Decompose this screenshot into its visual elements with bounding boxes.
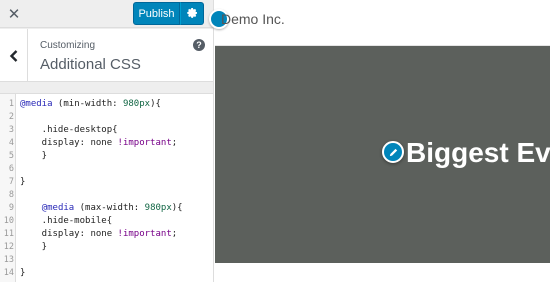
- site-header: Demo Inc.: [209, 0, 550, 46]
- code-line[interactable]: 9 @media (max-width: 980px){: [0, 202, 213, 215]
- code-token: (min-width:: [52, 99, 123, 109]
- line-number: 2: [8, 112, 14, 122]
- code-line[interactable]: 2: [0, 111, 213, 124]
- code-line[interactable]: 3 .hide-desktop{: [0, 124, 213, 137]
- code-text: }: [20, 176, 25, 189]
- css-code-editor[interactable]: 1 @media (min-width: 980px){2 3 .hide-desk…: [0, 93, 213, 282]
- code-text: @media (min-width: 980px){: [20, 98, 161, 111]
- line-number: 11: [3, 229, 14, 239]
- line-number: 10: [3, 216, 14, 226]
- code-text: }: [20, 241, 47, 254]
- line-number: 3: [8, 125, 14, 135]
- code-line[interactable]: 11 display: none !important;: [0, 228, 213, 241]
- close-icon[interactable]: ✕: [0, 0, 28, 28]
- code-line[interactable]: 5 }: [0, 150, 213, 163]
- line-number: 5: [8, 151, 14, 161]
- code-line[interactable]: 4 display: none !important;: [0, 137, 213, 150]
- code-token: }: [20, 242, 48, 252]
- hero-title: Biggest Ev: [406, 137, 550, 168]
- publish-settings-button[interactable]: [180, 2, 204, 25]
- pencil-icon[interactable]: [382, 141, 404, 163]
- pencil-glyph: [389, 148, 397, 156]
- code-token: }: [20, 151, 48, 161]
- breadcrumb: Customizing: [40, 40, 96, 51]
- chevron-left-icon: [9, 49, 17, 62]
- site-title[interactable]: Demo Inc.: [221, 11, 285, 27]
- customizer-header: ✕ Publish: [0, 0, 213, 28]
- line-number: 14: [3, 268, 14, 278]
- code-text: }: [20, 150, 47, 163]
- code-token: }: [20, 177, 26, 187]
- code-token: !important: [117, 229, 172, 239]
- code-token: .hide-mobile{: [20, 216, 113, 226]
- code-line[interactable]: 13: [0, 254, 213, 267]
- code-text: @media (max-width: 980px){: [20, 202, 183, 215]
- code-text: .hide-desktop{: [20, 124, 118, 137]
- code-line[interactable]: 6: [0, 163, 213, 176]
- code-line[interactable]: 1 @media (min-width: 980px){: [0, 98, 213, 111]
- code-line[interactable]: 14}: [0, 267, 213, 280]
- line-number: 9: [8, 203, 14, 213]
- code-token: (max-width:: [74, 203, 145, 213]
- code-line[interactable]: 12 }: [0, 241, 213, 254]
- code-text: display: none !important;: [20, 228, 177, 241]
- line-number: 8: [8, 190, 14, 200]
- code-token: display: none: [20, 229, 118, 239]
- code-token: display: none: [20, 138, 118, 148]
- code-token: 980px: [122, 99, 151, 109]
- line-number: 6: [8, 164, 14, 174]
- section-title: Additional CSS: [40, 56, 141, 73]
- line-number: 7: [8, 177, 14, 187]
- gear-icon: [186, 8, 197, 18]
- site-preview: Demo Inc. Biggest Ev: [209, 0, 550, 282]
- code-line[interactable]: 7}: [0, 176, 213, 189]
- publish-button[interactable]: Publish: [133, 2, 180, 25]
- code-token: ){: [171, 203, 183, 213]
- code-token: @media: [20, 99, 53, 109]
- code-token: 980px: [144, 203, 172, 213]
- code-text: }: [20, 267, 25, 280]
- code-token: @media: [41, 203, 75, 213]
- code-text: display: none !important;: [20, 137, 177, 150]
- customizer-sidebar: ✕ Publish Customizing Additional CSS ? 1…: [0, 0, 214, 282]
- line-number: 12: [3, 242, 14, 252]
- code-text: .hide-mobile{: [20, 215, 112, 228]
- section-header: Customizing Additional CSS ?: [0, 29, 213, 82]
- line-number: 13: [3, 255, 14, 265]
- code-token: }: [20, 268, 26, 278]
- code-token: ;: [171, 229, 178, 239]
- line-number: 4: [8, 138, 14, 148]
- code-token: !important: [117, 138, 172, 148]
- code-token: ){: [150, 99, 161, 109]
- back-button[interactable]: [0, 29, 28, 82]
- code-line[interactable]: 8: [0, 189, 213, 202]
- code-line[interactable]: 10 .hide-mobile{: [0, 215, 213, 228]
- line-number: 1: [8, 99, 14, 109]
- preview-footer: [215, 263, 550, 282]
- code-token: .hide-desktop{: [20, 125, 118, 135]
- help-icon[interactable]: ?: [193, 39, 205, 51]
- code-token: ;: [171, 138, 178, 148]
